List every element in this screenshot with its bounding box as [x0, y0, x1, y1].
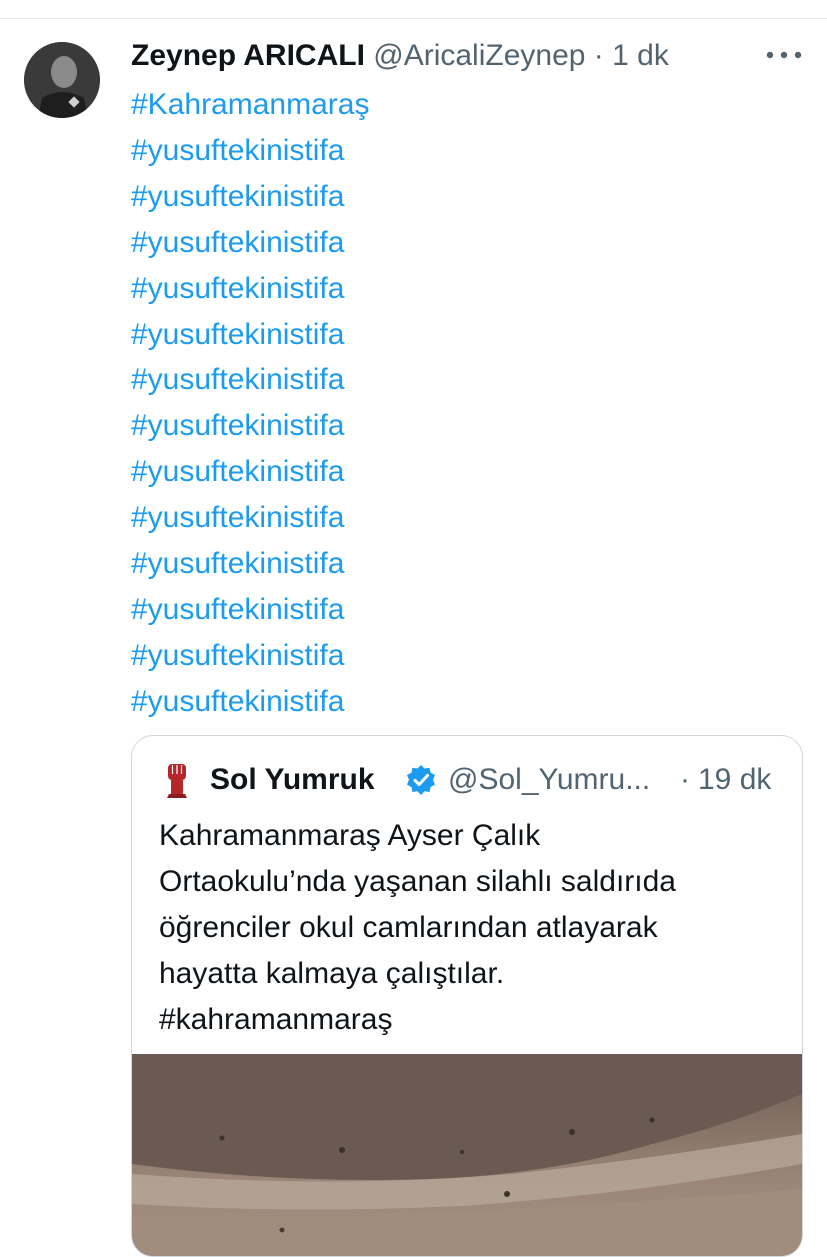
hashtag-link[interactable]: #yusuftekinistifa [131, 174, 369, 220]
quoted-text-line: Ortaokulu’nda yaşanan silahlı saldırıda [159, 865, 676, 898]
quoted-tweet-time[interactable]: 19 dk [698, 760, 771, 800]
quoted-media-video[interactable] [132, 1054, 802, 1256]
hashtag-link[interactable]: #yusuftekinistifa [131, 541, 369, 587]
verified-badge-icon [405, 764, 437, 796]
quoted-author-handle[interactable]: @Sol_Yumru... [448, 760, 650, 800]
more-button[interactable] [762, 40, 806, 70]
tweet-hashtags: #Kahramanmaraş #yusuftekinistifa #yusuft… [131, 82, 369, 725]
tweet-header: Zeynep ARICALI @AricaliZeynep · 1 dk [131, 38, 669, 74]
quoted-text-line: hayatta kalmaya çalıştılar. [159, 957, 505, 990]
hashtag-link[interactable]: #yusuftekinistifa [131, 312, 369, 358]
hashtag-link[interactable]: #Kahramanmaraş [131, 82, 369, 128]
top-divider [0, 18, 827, 19]
hashtag-link[interactable]: #yusuftekinistifa [131, 220, 369, 266]
video-thumbnail-icon [132, 1054, 802, 1256]
separator-dot: · [680, 763, 690, 796]
hashtag-link[interactable]: #yusuftekinistifa [131, 357, 369, 403]
quoted-tweet-card[interactable]: Sol Yumruk @Sol_Yumru... · 19 dk Kahrama… [131, 735, 803, 1257]
profile-photo-icon [24, 42, 100, 118]
hashtag-link[interactable]: #yusuftekinistifa [131, 633, 369, 679]
quoted-hashtag[interactable]: #kahramanmaraş [159, 997, 779, 1043]
quoted-tweet-text: Kahramanmaraş Ayser Çalık Ortaokulu’nda … [159, 813, 779, 1043]
hashtag-link[interactable]: #yusuftekinistifa [131, 403, 369, 449]
more-horizontal-icon [766, 51, 802, 59]
quoted-text-line: Kahramanmaraş Ayser Çalık [159, 819, 541, 852]
quoted-author-name[interactable]: Sol Yumruk [210, 760, 375, 800]
hashtag-link[interactable]: #yusuftekinistifa [131, 128, 369, 174]
quoted-text-line: öğrenciler okul camlarından atlayarak [159, 911, 658, 944]
raised-fist-icon [167, 764, 187, 798]
hashtag-link[interactable]: #yusuftekinistifa [131, 495, 369, 541]
quoted-author-avatar[interactable] [160, 762, 194, 798]
hashtag-link[interactable]: #yusuftekinistifa [131, 679, 369, 725]
hashtag-link[interactable]: #yusuftekinistifa [131, 266, 369, 312]
author-name[interactable]: Zeynep ARICALI [131, 39, 365, 72]
hashtag-link[interactable]: #yusuftekinistifa [131, 587, 369, 633]
tweet-time[interactable]: 1 dk [612, 39, 669, 72]
separator-dot: · [593, 39, 604, 72]
author-handle[interactable]: @AricaliZeynep [373, 39, 585, 72]
hashtag-link[interactable]: #yusuftekinistifa [131, 449, 369, 495]
author-avatar[interactable] [24, 42, 100, 118]
